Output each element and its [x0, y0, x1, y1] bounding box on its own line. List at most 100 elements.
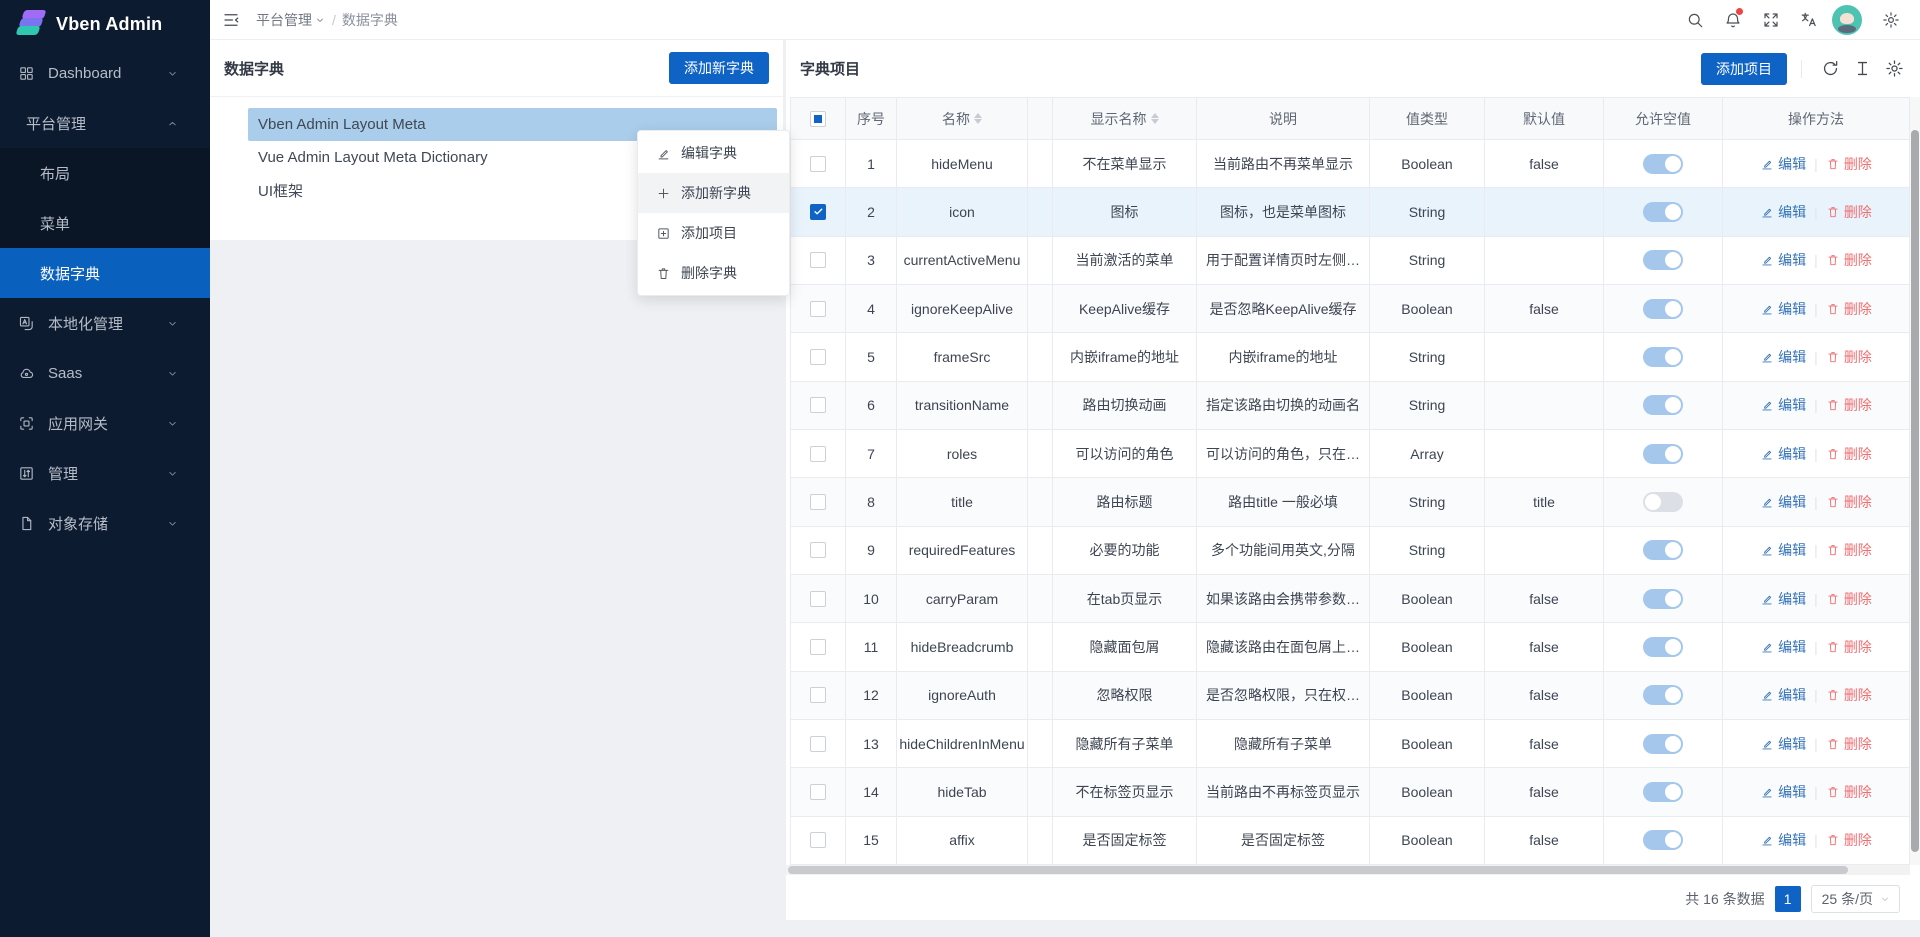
checkbox-indeterminate[interactable] [810, 111, 826, 127]
add-dictionary-button[interactable]: 添加新字典 [669, 52, 769, 84]
row-checkbox[interactable] [810, 687, 826, 703]
row-checkbox[interactable] [810, 736, 826, 752]
sidebar-item-本地化管理[interactable]: 本地化管理 [0, 298, 210, 348]
allow-null-toggle[interactable] [1643, 589, 1683, 609]
delete-button[interactable]: 删除 [1826, 637, 1872, 657]
edit-button[interactable]: 编辑 [1760, 154, 1806, 174]
row-checkbox[interactable] [810, 397, 826, 413]
allow-null-toggle[interactable] [1643, 734, 1683, 754]
row-checkbox[interactable] [810, 349, 826, 365]
allow-null-toggle[interactable] [1643, 685, 1683, 705]
menu-fold-icon[interactable] [222, 11, 240, 29]
edit-button[interactable]: 编辑 [1760, 444, 1806, 464]
edit-button[interactable]: 编辑 [1760, 540, 1806, 560]
delete-button[interactable]: 删除 [1826, 444, 1872, 464]
edit-button[interactable]: 编辑 [1760, 299, 1806, 319]
trash-icon [1826, 350, 1840, 364]
sidebar-item-Saas[interactable]: Saas [0, 348, 210, 398]
allow-null-toggle[interactable] [1643, 347, 1683, 367]
vertical-scrollbar-thumb[interactable] [1911, 130, 1919, 852]
delete-button[interactable]: 删除 [1826, 154, 1872, 174]
allow-null-toggle[interactable] [1643, 154, 1683, 174]
edit-button[interactable]: 编辑 [1760, 395, 1806, 415]
sidebar-item-平台管理[interactable]: 平台管理 [0, 98, 210, 148]
gear-icon[interactable] [1876, 5, 1906, 35]
edit-button[interactable]: 编辑 [1760, 685, 1806, 705]
row-checkbox[interactable] [810, 252, 826, 268]
translate-icon[interactable] [1794, 5, 1824, 35]
edit-button[interactable]: 编辑 [1760, 202, 1806, 222]
page-size-select[interactable]: 25 条/页 [1811, 885, 1900, 913]
row-checkbox[interactable] [810, 832, 826, 848]
row-checkbox[interactable] [810, 446, 826, 462]
edit-button[interactable]: 编辑 [1760, 347, 1806, 367]
breadcrumb-item-datadict[interactable]: 数据字典 [342, 10, 398, 30]
delete-button[interactable]: 删除 [1826, 540, 1872, 560]
sidebar-item-布局[interactable]: 布局 [0, 148, 210, 198]
delete-button[interactable]: 删除 [1826, 202, 1872, 222]
vben-logo-icon [16, 10, 46, 38]
sidebar-item-管理[interactable]: 管理 [0, 448, 210, 498]
delete-button[interactable]: 删除 [1826, 492, 1872, 512]
gear-icon[interactable] [1880, 55, 1908, 83]
refresh-icon[interactable] [1816, 55, 1844, 83]
column-header-显示名称[interactable]: 显示名称 [1053, 97, 1197, 140]
context-menu-item-添加项目[interactable]: 添加项目 [638, 213, 789, 253]
allow-null-toggle[interactable] [1643, 444, 1683, 464]
delete-button[interactable]: 删除 [1826, 395, 1872, 415]
sort-carets-icon[interactable] [1151, 113, 1159, 124]
edit-button[interactable]: 编辑 [1760, 250, 1806, 270]
edit-button[interactable]: 编辑 [1760, 637, 1806, 657]
add-item-button[interactable]: 添加项目 [1701, 53, 1787, 85]
delete-button[interactable]: 删除 [1826, 830, 1872, 850]
fullscreen-icon[interactable] [1756, 5, 1786, 35]
row-checkbox[interactable] [810, 494, 826, 510]
row-checkbox[interactable] [810, 591, 826, 607]
allow-null-toggle[interactable] [1643, 250, 1683, 270]
delete-button[interactable]: 删除 [1826, 589, 1872, 609]
context-menu-item-删除字典[interactable]: 删除字典 [638, 253, 789, 293]
delete-button[interactable]: 删除 [1826, 250, 1872, 270]
row-checkbox[interactable] [810, 542, 826, 558]
row-checkbox[interactable] [810, 204, 826, 220]
sidebar-item-数据字典[interactable]: 数据字典 [0, 248, 210, 298]
delete-button[interactable]: 删除 [1826, 347, 1872, 367]
delete-button[interactable]: 删除 [1826, 734, 1872, 754]
user-avatar[interactable] [1832, 5, 1862, 35]
select-all-checkbox[interactable] [790, 97, 846, 140]
allow-null-toggle[interactable] [1643, 492, 1683, 512]
context-menu-item-添加新字典[interactable]: 添加新字典 [638, 173, 789, 213]
column-header-名称[interactable]: 名称 [897, 97, 1028, 140]
row-checkbox[interactable] [810, 156, 826, 172]
edit-button[interactable]: 编辑 [1760, 589, 1806, 609]
allow-null-toggle[interactable] [1643, 782, 1683, 802]
allow-null-toggle[interactable] [1643, 202, 1683, 222]
page-number-button[interactable]: 1 [1775, 886, 1801, 912]
sidebar-item-菜单[interactable]: 菜单 [0, 198, 210, 248]
row-checkbox[interactable] [810, 784, 826, 800]
delete-button[interactable]: 删除 [1826, 685, 1872, 705]
sidebar-item-Dashboard[interactable]: Dashboard [0, 48, 210, 98]
horizontal-scrollbar-thumb[interactable] [788, 866, 1848, 874]
allow-null-toggle[interactable] [1643, 830, 1683, 850]
allow-null-toggle[interactable] [1643, 299, 1683, 319]
edit-button[interactable]: 编辑 [1760, 830, 1806, 850]
breadcrumb-item-platform[interactable]: 平台管理 [256, 10, 326, 30]
delete-button[interactable]: 删除 [1826, 299, 1872, 319]
context-menu-item-编辑字典[interactable]: 编辑字典 [638, 133, 789, 173]
search-icon[interactable] [1680, 5, 1710, 35]
row-checkbox[interactable] [810, 301, 826, 317]
delete-button[interactable]: 删除 [1826, 782, 1872, 802]
edit-button[interactable]: 编辑 [1760, 734, 1806, 754]
bell-icon[interactable] [1718, 5, 1748, 35]
row-checkbox[interactable] [810, 639, 826, 655]
allow-null-toggle[interactable] [1643, 637, 1683, 657]
edit-button[interactable]: 编辑 [1760, 492, 1806, 512]
edit-button[interactable]: 编辑 [1760, 782, 1806, 802]
allow-null-toggle[interactable] [1643, 395, 1683, 415]
sidebar-item-对象存储[interactable]: 对象存储 [0, 498, 210, 548]
allow-null-toggle[interactable] [1643, 540, 1683, 560]
row-height-icon[interactable] [1848, 55, 1876, 83]
sidebar-item-应用网关[interactable]: 应用网关 [0, 398, 210, 448]
sort-carets-icon[interactable] [974, 113, 982, 124]
